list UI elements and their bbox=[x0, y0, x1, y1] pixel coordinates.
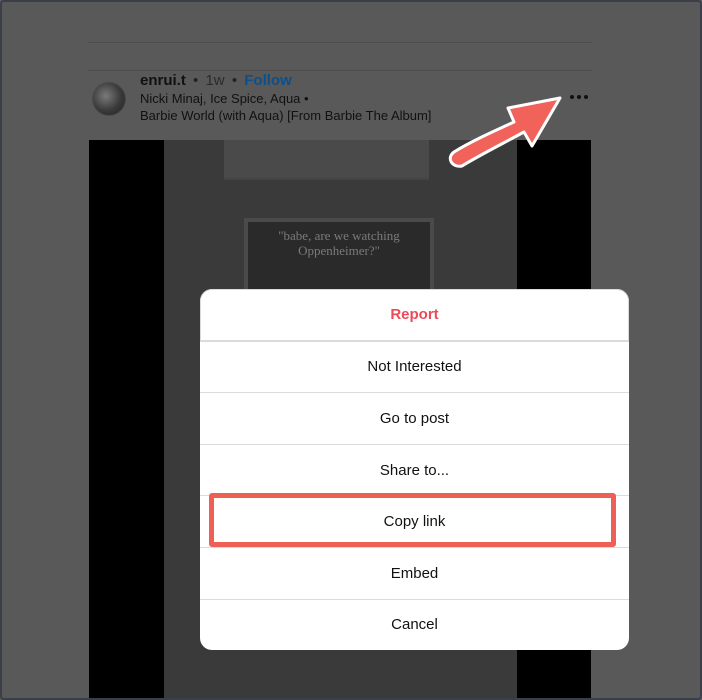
separator-dot: • bbox=[193, 72, 199, 89]
username[interactable]: enrui.t bbox=[140, 72, 186, 89]
pointer-arrow-icon bbox=[448, 96, 562, 168]
menu-item-cancel[interactable]: Cancel bbox=[200, 598, 629, 650]
menu-item-embed[interactable]: Embed bbox=[200, 546, 629, 599]
avatar[interactable] bbox=[92, 82, 126, 116]
options-sheet: Report Not Interested Go to post Share t… bbox=[200, 289, 629, 650]
feed-divider bbox=[88, 42, 592, 43]
follow-button[interactable]: Follow bbox=[244, 72, 292, 89]
post-divider bbox=[88, 70, 592, 71]
more-options-icon[interactable] bbox=[570, 90, 590, 104]
menu-item-go-to-post[interactable]: Go to post bbox=[200, 392, 629, 444]
scene-air-conditioner bbox=[224, 140, 429, 180]
menu-item-report[interactable]: Report bbox=[200, 289, 629, 341]
copy-link-highlight bbox=[209, 493, 616, 547]
separator-dot: • bbox=[231, 72, 238, 89]
post-age: 1w bbox=[205, 72, 225, 89]
menu-item-share-to[interactable]: Share to... bbox=[200, 443, 629, 496]
video-caption: "babe, are we watching Oppenheimer?" bbox=[278, 228, 400, 258]
menu-item-not-interested[interactable]: Not Interested bbox=[200, 340, 629, 393]
